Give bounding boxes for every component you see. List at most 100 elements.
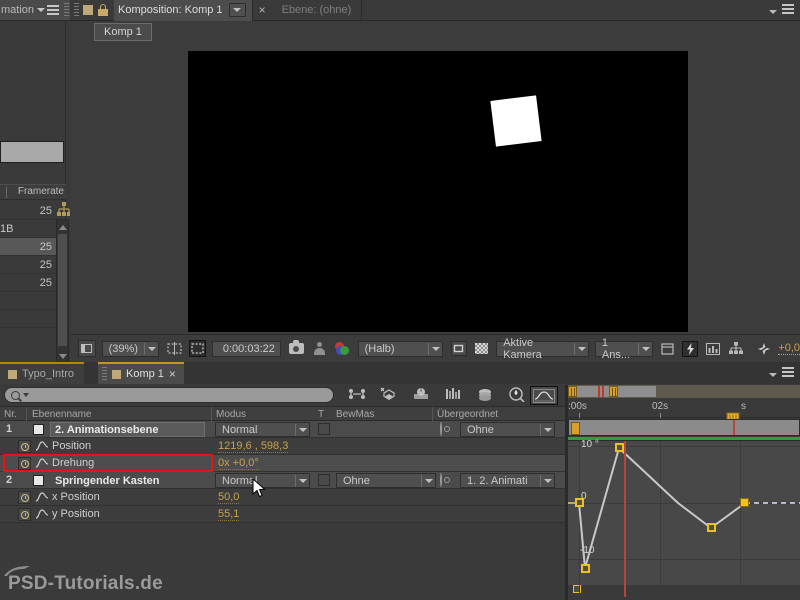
graph-plot-area[interactable]: 10 ° 0 -10 bbox=[568, 440, 800, 585]
lock-icon[interactable] bbox=[98, 4, 108, 16]
search-input[interactable] bbox=[4, 387, 334, 403]
tab-composition-komp-1[interactable]: Komposition: Komp 1 bbox=[114, 0, 253, 21]
composition-stage[interactable] bbox=[70, 43, 800, 334]
timeline-navigator[interactable] bbox=[568, 419, 800, 436]
views-dropdown[interactable]: 1 Ans... bbox=[595, 341, 653, 357]
property-graph-icon[interactable] bbox=[36, 441, 48, 451]
pixel-aspect-icon[interactable] bbox=[659, 340, 676, 357]
property-graph-icon[interactable] bbox=[36, 492, 48, 502]
stopwatch-icon[interactable] bbox=[18, 491, 31, 504]
work-area-end-handle[interactable] bbox=[609, 386, 618, 397]
timeline-icon[interactable] bbox=[704, 340, 721, 357]
tab-ebene[interactable]: Ebene: (ohne) bbox=[272, 0, 363, 21]
table-row[interactable]: Position 1219,6 , 598,3 bbox=[0, 438, 565, 455]
preserve-transparency-switch[interactable] bbox=[318, 423, 330, 435]
network-tree-icon[interactable] bbox=[57, 202, 71, 217]
layer-name[interactable]: 2. Animationsebene bbox=[50, 422, 205, 437]
tab-komp-1[interactable]: Komp 1 × bbox=[98, 362, 184, 384]
motion-blur-icon[interactable] bbox=[412, 387, 430, 403]
grid-and-guides-icon[interactable] bbox=[165, 340, 182, 357]
navigator-start-handle[interactable] bbox=[571, 422, 580, 435]
panel-grip[interactable] bbox=[64, 3, 69, 17]
camera-view-value: Aktive Kamera bbox=[503, 337, 574, 361]
work-area-bar[interactable] bbox=[568, 385, 800, 398]
left-panel-scrollbar[interactable] bbox=[56, 219, 69, 364]
tab-grip[interactable] bbox=[102, 367, 107, 381]
property-value[interactable]: 0x +0,0° bbox=[218, 457, 259, 470]
exposure-value[interactable]: +0,0 bbox=[778, 342, 800, 355]
work-area-start-handle[interactable] bbox=[568, 386, 577, 397]
layer-parent-dropdown[interactable]: Ohne bbox=[460, 422, 555, 437]
camera-view-dropdown[interactable]: Aktive Kamera bbox=[496, 341, 589, 357]
video-switch[interactable] bbox=[33, 475, 44, 486]
close-icon[interactable]: × bbox=[259, 3, 266, 17]
close-icon[interactable]: × bbox=[169, 367, 176, 381]
preserve-transparency-switch[interactable] bbox=[318, 474, 330, 486]
property-value[interactable]: 55,1 bbox=[218, 508, 239, 521]
panel-menu-icon[interactable] bbox=[37, 5, 59, 15]
keyframe[interactable] bbox=[707, 523, 716, 532]
layer-modus-dropdown[interactable]: Normal bbox=[215, 422, 310, 437]
video-switch[interactable] bbox=[33, 424, 44, 435]
composition-tab-dropdown[interactable] bbox=[229, 3, 246, 17]
shy-layers-icon[interactable] bbox=[348, 387, 366, 403]
property-value[interactable]: 1219,6 , 598,3 bbox=[218, 440, 288, 453]
brainstorm-icon[interactable] bbox=[444, 387, 462, 403]
time-label: :00s bbox=[568, 401, 587, 412]
timeline-panel-menu-icon[interactable] bbox=[769, 367, 794, 380]
table-row[interactable]: x Position 50,0 bbox=[0, 489, 565, 506]
graph-playhead[interactable] bbox=[624, 441, 626, 586]
framerate-header: Framerate bbox=[0, 184, 66, 200]
layer-parent-dropdown[interactable]: 1. 2. Animati bbox=[460, 473, 555, 488]
view-box-icon[interactable] bbox=[451, 341, 467, 356]
auto-keyframe-icon[interactable] bbox=[476, 387, 494, 403]
rgb-channels-icon[interactable] bbox=[334, 340, 351, 357]
property-value[interactable]: 50,0 bbox=[218, 491, 239, 504]
left-panel-tabbar[interactable]: mation bbox=[0, 0, 70, 21]
resolution-dropdown[interactable]: (Halb) bbox=[358, 341, 443, 357]
table-row[interactable]: 1 2. Animationsebene Normal Ohne bbox=[0, 421, 565, 438]
graph-target-icon[interactable] bbox=[508, 387, 526, 403]
stopwatch-icon[interactable] bbox=[18, 508, 31, 521]
zoom-level-dropdown[interactable]: (39%) bbox=[102, 341, 160, 357]
parent-pickwhip-icon[interactable] bbox=[440, 474, 453, 487]
parent-pickwhip-icon[interactable] bbox=[440, 423, 453, 436]
breadcrumb-komp-1[interactable]: Komp 1 bbox=[94, 23, 152, 41]
list-item-value: 25 bbox=[40, 205, 52, 217]
keyframe[interactable] bbox=[575, 498, 584, 507]
layer-name[interactable]: Springender Kasten bbox=[50, 473, 205, 488]
transparency-grid-icon[interactable] bbox=[473, 340, 490, 357]
keyframe[interactable] bbox=[740, 498, 749, 507]
watermark-text: PSD-Tutorials.de bbox=[8, 573, 163, 595]
left-info-panel: mation Framerate 25 1B 25 25 25 bbox=[0, 0, 70, 362]
composition-toolbar: (39%) 0:00:03:22 (Halb) bbox=[70, 334, 800, 362]
table-row[interactable]: y Position 55,1 bbox=[0, 506, 565, 523]
flowchart-icon[interactable] bbox=[727, 340, 744, 357]
composition-canvas[interactable] bbox=[188, 51, 688, 332]
stopwatch-icon[interactable] bbox=[18, 440, 31, 453]
column-header: BewMas bbox=[336, 409, 374, 420]
keyframe[interactable] bbox=[581, 564, 590, 573]
current-time-field[interactable]: 0:00:03:22 bbox=[212, 341, 281, 357]
reset-exposure-icon[interactable] bbox=[755, 340, 772, 357]
property-graph-icon[interactable] bbox=[36, 509, 48, 519]
show-snapshot-icon[interactable] bbox=[311, 340, 328, 357]
white-square-layer[interactable] bbox=[490, 95, 541, 146]
time-ruler[interactable]: :00s 02s s bbox=[568, 398, 800, 418]
track-matte-dropdown[interactable]: Ohne bbox=[336, 473, 436, 488]
composition-color-swatch bbox=[83, 5, 93, 15]
region-of-interest-icon[interactable] bbox=[78, 340, 96, 357]
mask-visibility-icon[interactable] bbox=[189, 340, 207, 357]
camera-snapshot-icon[interactable] bbox=[287, 340, 304, 357]
graph-editor-icon[interactable] bbox=[530, 386, 558, 405]
composition-panel-menu-icon[interactable] bbox=[769, 4, 794, 17]
chevron-down-icon[interactable] bbox=[23, 393, 29, 397]
tab-typo-intro[interactable]: Typo_Intro bbox=[0, 362, 84, 384]
list-item-value: 25 bbox=[40, 241, 52, 253]
enable-frame-blending-icon[interactable] bbox=[380, 387, 398, 403]
composition-tab-grip[interactable] bbox=[74, 3, 79, 17]
keyframe[interactable] bbox=[615, 443, 624, 452]
zoom-level-value: (39%) bbox=[109, 343, 138, 355]
table-row[interactable]: 2 Springender Kasten Normal Ohne 1. 2. A… bbox=[0, 472, 565, 489]
fast-preview-icon[interactable] bbox=[682, 341, 698, 357]
